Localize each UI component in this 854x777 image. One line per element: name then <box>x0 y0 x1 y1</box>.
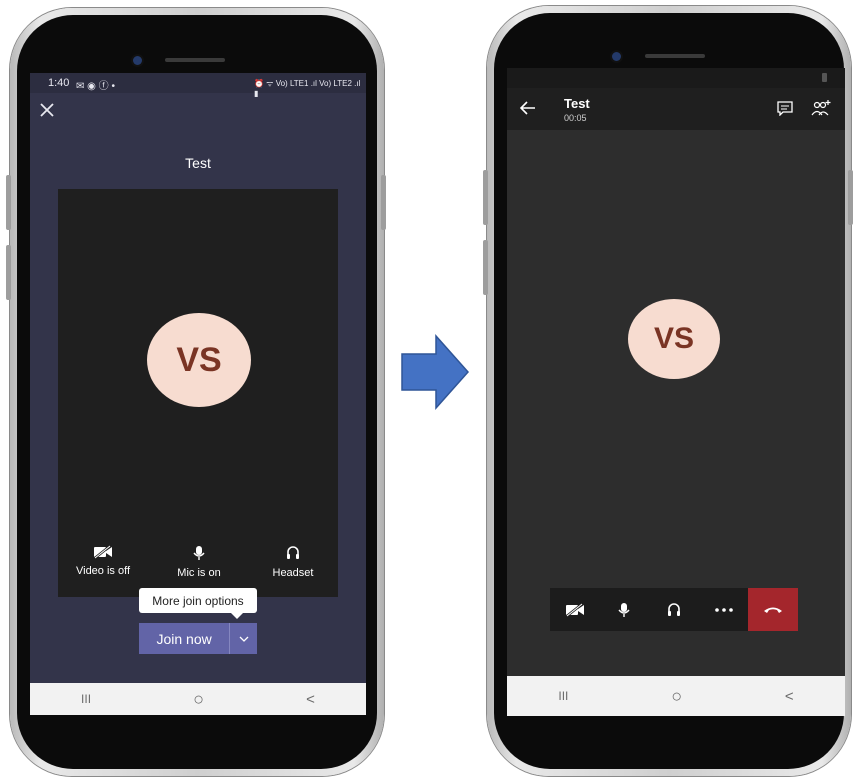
meeting-title: Test <box>185 155 211 171</box>
call-title: Test <box>564 96 590 111</box>
add-participants-icon[interactable] <box>811 99 831 122</box>
headset-icon <box>667 602 680 616</box>
avatar: VS <box>628 299 720 379</box>
chat-icon[interactable] <box>777 100 793 121</box>
battery-icon <box>822 73 827 82</box>
audio-device-button[interactable]: Headset <box>256 545 330 579</box>
video-toggle-button[interactable]: Video is off <box>66 545 140 577</box>
close-icon[interactable] <box>39 102 55 118</box>
left-screen: 1:40 ✉ ◉ ⓕ • ⏰ ᯤ Vo) LTE1 .ıl Vo) LTE2 .… <box>30 73 366 715</box>
video-toggle-button[interactable] <box>550 588 600 631</box>
video-label: Video is off <box>75 565 131 577</box>
left-phone-camera <box>133 56 142 65</box>
back-button[interactable]: < <box>306 691 315 708</box>
recents-button[interactable]: III <box>558 689 568 703</box>
phone-hangup-icon <box>764 607 783 613</box>
call-timer: 00:05 <box>564 113 587 123</box>
mic-toggle-button[interactable]: Mic is on <box>162 545 236 579</box>
mic-toggle-button[interactable] <box>600 588 650 631</box>
join-options-dropdown[interactable] <box>229 623 257 654</box>
home-button[interactable]: ○ <box>193 689 204 710</box>
left-phone-side-button <box>6 245 11 300</box>
video-off-icon <box>94 545 112 559</box>
back-arrow-icon[interactable] <box>519 101 536 120</box>
microphone-icon <box>193 546 205 560</box>
right-phone-speaker <box>645 54 705 58</box>
status-notification-icons: ✉ ◉ ⓕ • <box>76 81 115 92</box>
more-options-button[interactable] <box>699 588 749 631</box>
back-button[interactable]: < <box>785 688 794 705</box>
left-phone-side-button <box>6 175 11 230</box>
status-time: 1:40 <box>48 77 70 89</box>
left-phone-speaker <box>165 58 225 62</box>
left-phone-power-button <box>381 175 386 230</box>
right-phone-camera <box>612 52 621 61</box>
android-nav-bar: III ○ < <box>507 676 845 716</box>
call-controls-bar <box>550 588 798 631</box>
video-preview: VS Video is off Mic is on Headset <box>58 189 338 597</box>
transition-arrow <box>401 334 470 410</box>
status-signal-icons: ⏰ ᯤ Vo) LTE1 .ıl Vo) LTE2 .ıl ▮ <box>254 79 361 98</box>
more-dots-icon <box>714 607 733 612</box>
right-phone-side-button <box>483 170 488 225</box>
right-phone-side-button <box>483 240 488 295</box>
home-button[interactable]: ○ <box>671 686 682 707</box>
right-screen: Test 00:05 VS III ○ < <box>507 68 845 716</box>
chevron-down-icon <box>239 636 249 642</box>
join-now-label: Join now <box>156 630 212 647</box>
more-join-options-tooltip: More join options <box>139 588 257 619</box>
status-bar: 1:40 ✉ ◉ ⓕ • ⏰ ᯤ Vo) LTE1 .ıl Vo) LTE2 .… <box>30 73 366 98</box>
call-header: Test 00:05 <box>507 88 845 130</box>
right-phone-power-button <box>848 170 853 225</box>
avatar: VS <box>147 313 251 407</box>
join-now-button[interactable]: Join now <box>139 623 257 654</box>
headset-icon <box>287 546 299 559</box>
mic-label: Mic is on <box>177 567 221 579</box>
recents-button[interactable]: III <box>81 692 91 706</box>
status-bar <box>507 68 845 88</box>
video-off-icon <box>565 602 584 617</box>
microphone-icon <box>618 602 630 617</box>
android-nav-bar: III ○ < <box>30 683 366 715</box>
hang-up-button[interactable] <box>748 588 798 631</box>
audio-device-button[interactable] <box>649 588 699 631</box>
audio-label: Headset <box>272 567 314 579</box>
